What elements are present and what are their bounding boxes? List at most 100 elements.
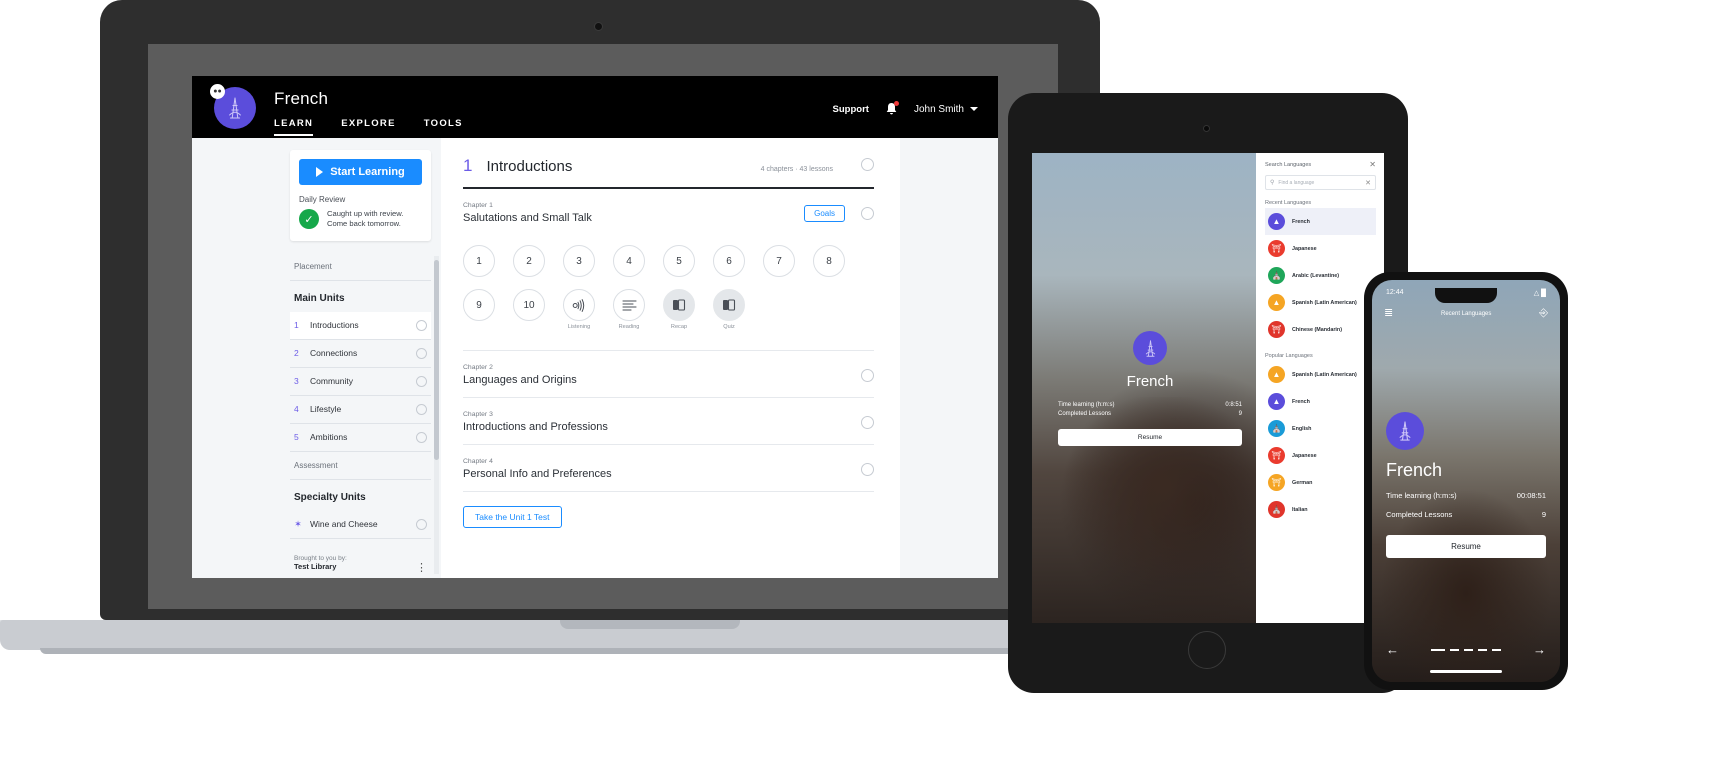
- search-input[interactable]: ⚲ Find a language ✕: [1265, 175, 1376, 190]
- tablet-home-button[interactable]: [1188, 631, 1226, 669]
- recap-lesson-button[interactable]: [663, 289, 695, 321]
- pyramid-icon: ▲: [1268, 366, 1285, 383]
- lesson-button[interactable]: 8: [813, 245, 845, 277]
- language-item-german[interactable]: ⛩ German: [1265, 469, 1376, 496]
- lesson-button[interactable]: 1: [463, 245, 495, 277]
- header-actions: Support John Smith: [833, 101, 978, 116]
- chapter-row[interactable]: Chapter 3 Introductions and Professions: [463, 398, 874, 444]
- close-icon[interactable]: ✕: [1369, 161, 1376, 169]
- language-item-english[interactable]: ⛪ English: [1265, 415, 1376, 442]
- torii-gate-icon: ⛩: [1268, 447, 1285, 464]
- user-name: John Smith: [913, 103, 964, 115]
- sidebar-item-connections[interactable]: 2 Connections: [290, 340, 431, 367]
- unit-number: 2: [294, 348, 299, 358]
- main-nav: LEARN EXPLORE TOOLS: [274, 118, 463, 136]
- tab-tools[interactable]: TOOLS: [424, 118, 463, 136]
- lesson-button[interactable]: 6: [713, 245, 745, 277]
- progress-ring-icon: [416, 518, 427, 530]
- sidebar-item-assessment[interactable]: Assessment: [290, 452, 431, 479]
- reading-lesson-button[interactable]: [613, 289, 645, 321]
- chapter-row[interactable]: Chapter 4 Personal Info and Preferences: [463, 445, 874, 491]
- sidebar-item-lifestyle[interactable]: 4 Lifestyle: [290, 396, 431, 423]
- sidebar-item-introductions[interactable]: 1 Introductions: [290, 311, 431, 339]
- chapter-row[interactable]: Chapter 1 Salutations and Small Talk Goa…: [463, 189, 874, 235]
- tab-learn[interactable]: LEARN: [274, 118, 314, 136]
- lesson-button[interactable]: 10: [513, 289, 545, 321]
- time-learning-value: 00:08:51: [1516, 491, 1546, 500]
- chapter-kicker: Chapter 3: [463, 411, 493, 418]
- time-learning-value: 0:8:51: [1225, 402, 1242, 408]
- resume-button[interactable]: Resume: [1058, 429, 1242, 446]
- scrollbar-thumb[interactable]: [434, 260, 439, 460]
- lesson-caption: Recap: [670, 324, 688, 330]
- arrow-right-icon[interactable]: →: [1533, 643, 1546, 656]
- eiffel-tower-icon: [1386, 412, 1424, 450]
- quiz-lesson-button[interactable]: [713, 289, 745, 321]
- arrow-left-icon[interactable]: ←: [1386, 643, 1399, 656]
- goals-button[interactable]: Goals: [804, 204, 845, 222]
- check-circle-icon: ✓: [299, 209, 319, 230]
- clear-icon[interactable]: ✕: [1365, 179, 1371, 187]
- start-learning-label: Start Learning: [330, 166, 405, 178]
- tab-explore[interactable]: EXPLORE: [341, 118, 396, 136]
- footer-kicker: Brought to you by:: [294, 554, 347, 562]
- sidebar-item-placement[interactable]: Placement: [290, 253, 431, 280]
- sidebar-item-wine-and-cheese[interactable]: ✶ Wine and Cheese: [290, 511, 431, 538]
- language-name: French: [1126, 373, 1174, 390]
- kebab-menu-icon[interactable]: ⋮: [416, 562, 427, 573]
- language-item-french[interactable]: ▲ French: [1265, 208, 1376, 235]
- listening-lesson-button[interactable]: [563, 289, 595, 321]
- lesson-button[interactable]: 4: [613, 245, 645, 277]
- user-menu[interactable]: John Smith: [914, 104, 978, 115]
- chapter-row[interactable]: Chapter 2 Languages and Origins: [463, 351, 874, 397]
- start-learning-button[interactable]: Start Learning: [299, 159, 422, 185]
- lesson-row: 9 10 Listening Reading Recap Quiz: [463, 289, 874, 330]
- unit-label: Ambitions: [310, 432, 348, 442]
- review-status-text: Caught up with review. Come back tomorro…: [327, 209, 403, 230]
- unit-progress-ring-icon: [861, 158, 874, 171]
- language-item-italian[interactable]: ⛪ Italian: [1265, 496, 1376, 523]
- phone-hero: French Time learning (h:m:s) 00:08:51 Co…: [1386, 412, 1546, 558]
- lesson-cell: 8: [813, 245, 845, 277]
- resume-button[interactable]: Resume: [1386, 535, 1546, 558]
- pagoda-icon: ⛩: [1268, 321, 1285, 338]
- lesson-button[interactable]: 9: [463, 289, 495, 321]
- unit-number: 1: [463, 156, 473, 175]
- recent-languages-heading: Recent Languages: [1265, 200, 1312, 206]
- lesson-cell: Quiz: [713, 289, 745, 330]
- language-item-chinese[interactable]: ⛩ Chinese (Mandarin): [1265, 316, 1376, 343]
- completed-lessons-row: Completed Lessons 9: [1386, 510, 1546, 519]
- laptop-lid: ●● French LEARN EXPLORE TOOLS Support Jo…: [100, 0, 1100, 620]
- language-item-japanese[interactable]: ⛩ Japanese: [1265, 235, 1376, 262]
- lesson-cell: 10: [513, 289, 545, 330]
- lesson-button[interactable]: 3: [563, 245, 595, 277]
- lesson-button[interactable]: 5: [663, 245, 695, 277]
- lesson-button[interactable]: 2: [513, 245, 545, 277]
- language-item-arabic[interactable]: ⛪ Arabic (Levantine): [1265, 262, 1376, 289]
- search-icon: ⚲: [1270, 180, 1275, 186]
- sidebar-item-community[interactable]: 3 Community: [290, 368, 431, 395]
- completed-lessons-value: 9: [1541, 510, 1546, 519]
- time-learning-row: Time learning (h:m:s) 00:08:51: [1386, 491, 1546, 500]
- header-title-block: French LEARN EXPLORE TOOLS: [274, 89, 463, 136]
- sidebar-item-ambitions[interactable]: 5 Ambitions: [290, 424, 431, 451]
- lesson-grid: 1 2 3 4 5 6 7 8 9 10 Listening Reading R…: [463, 235, 874, 336]
- support-link[interactable]: Support: [833, 104, 869, 115]
- language-item-french-popular[interactable]: ▲ French: [1265, 388, 1376, 415]
- unit-number: 5: [294, 432, 299, 442]
- language-item-spanish[interactable]: ▲ Spanish (Latin American): [1265, 289, 1376, 316]
- brand-logo[interactable]: ●●: [210, 84, 256, 129]
- lesson-button[interactable]: 7: [763, 245, 795, 277]
- person-icon[interactable]: ⎆: [1539, 308, 1548, 319]
- language-item-spanish-popular[interactable]: ▲ Spanish (Latin American): [1265, 361, 1376, 388]
- page-dash: [1450, 648, 1459, 651]
- lesson-cell: Listening: [563, 289, 595, 330]
- list-icon[interactable]: ≣: [1384, 308, 1393, 319]
- take-unit-test-button[interactable]: Take the Unit 1 Test: [463, 506, 562, 528]
- language-item-japanese-popular[interactable]: ⛩ Japanese: [1265, 442, 1376, 469]
- main-units-heading: Main Units: [294, 292, 345, 304]
- language-name: Italian: [1292, 506, 1308, 513]
- notification-bell-icon[interactable]: [885, 101, 899, 116]
- lesson-cell: 4: [613, 245, 645, 277]
- text-lines-icon: [621, 299, 637, 311]
